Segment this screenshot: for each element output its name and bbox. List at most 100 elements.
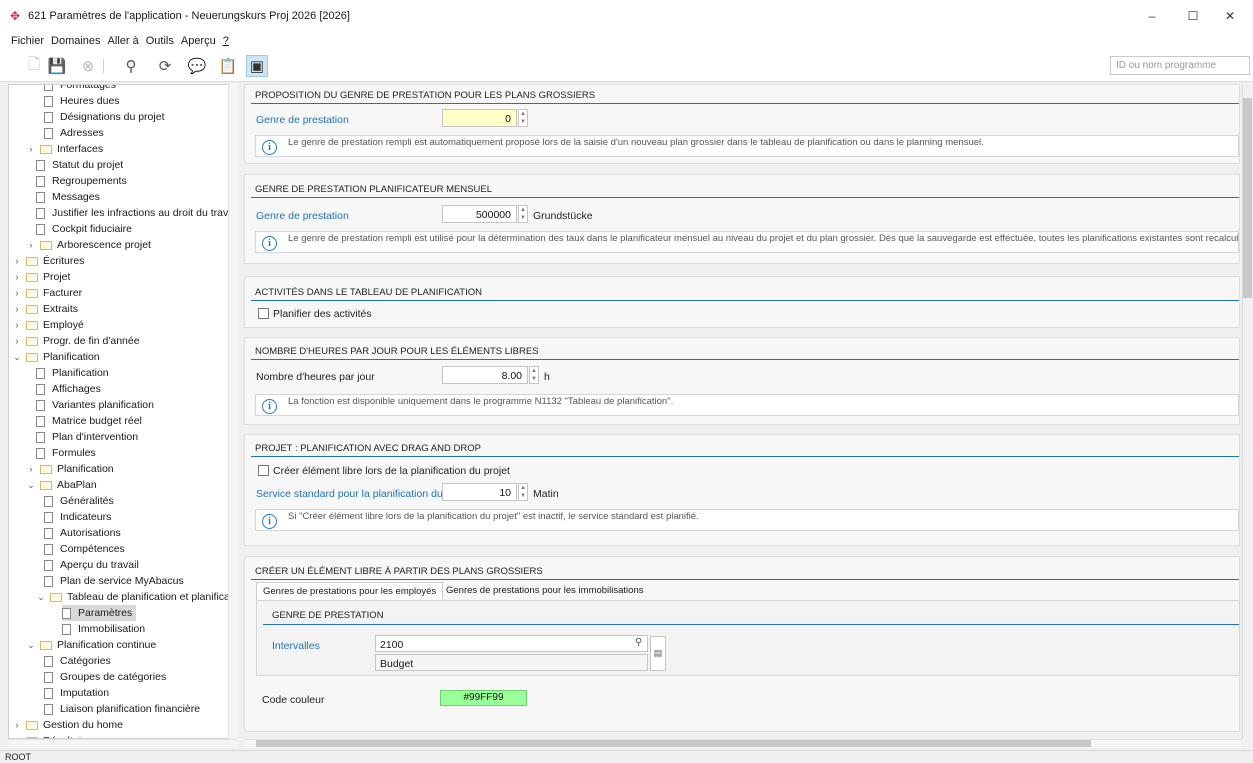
chevron-right-icon[interactable]: › bbox=[12, 288, 22, 298]
tab-immobilisations[interactable]: Genres de prestations pour les immobilis… bbox=[440, 582, 649, 600]
program-search-input[interactable]: ID ou nom programme bbox=[1110, 56, 1250, 75]
tree-item[interactable]: Justifier les infractions au droit du tr… bbox=[36, 205, 236, 221]
chevron-down-icon[interactable]: ⌄ bbox=[26, 480, 36, 491]
tree-folder[interactable]: › Interfaces bbox=[26, 141, 104, 157]
chevron-right-icon[interactable]: › bbox=[26, 464, 36, 474]
tree-item[interactable]: Cockpit fiduciaire bbox=[36, 221, 132, 237]
field-label: Service standard pour la planification d… bbox=[256, 488, 442, 500]
tree-item[interactable]: Matrice budget réel bbox=[36, 413, 142, 429]
planifier-activites-checkbox[interactable] bbox=[258, 308, 269, 319]
heures-par-jour-input[interactable]: 8.00 bbox=[442, 366, 528, 384]
search-icon[interactable]: ⚲ bbox=[121, 56, 141, 76]
menu-domaines[interactable]: Domaines bbox=[51, 35, 101, 47]
spinner-icon[interactable]: ▲ ▼ bbox=[529, 366, 539, 384]
tree-item[interactable]: Désignations du projet bbox=[44, 109, 164, 125]
clipboard-settings-icon[interactable]: 📋 bbox=[218, 56, 238, 76]
chevron-down-icon[interactable]: ⌄ bbox=[26, 640, 36, 651]
tree-item[interactable]: Plan d'intervention bbox=[36, 429, 138, 445]
chevron-right-icon[interactable]: › bbox=[26, 144, 36, 154]
spinner-icon[interactable]: ▲ ▼ bbox=[518, 483, 528, 501]
window-icon[interactable]: ▣ bbox=[246, 55, 268, 77]
tree-item[interactable]: Immobilisation bbox=[62, 621, 145, 637]
spinner-icon[interactable]: ▲ ▼ bbox=[518, 205, 528, 223]
tree-folder[interactable]: ⌄ Tableau de planification et planificate… bbox=[36, 589, 236, 605]
chevron-right-icon[interactable]: › bbox=[12, 304, 22, 314]
folder-icon bbox=[26, 256, 38, 266]
chevron-right-icon[interactable]: › bbox=[12, 320, 22, 330]
chevron-right-icon[interactable]: › bbox=[12, 272, 22, 282]
tree-item[interactable]: Affichages bbox=[36, 381, 101, 397]
service-standard-input[interactable]: 10 bbox=[442, 483, 517, 501]
menu-apercu[interactable]: Aperçu bbox=[181, 35, 216, 47]
cancel-icon[interactable]: ⊗ bbox=[78, 56, 98, 76]
tree-horizontal-scrollbar[interactable] bbox=[8, 739, 237, 748]
tree-folder[interactable]: › Extraits bbox=[12, 301, 79, 317]
tree-item[interactable]: Groupes de catégories bbox=[44, 669, 166, 685]
tree-item[interactable]: Imputation bbox=[44, 685, 109, 701]
tree-folder[interactable]: › Écritures bbox=[12, 253, 85, 269]
tree-item[interactable]: Autorisations bbox=[44, 525, 121, 541]
document-icon bbox=[44, 527, 53, 539]
tree-folder[interactable]: › Gestion du home bbox=[12, 717, 123, 733]
genre-prestation-input[interactable]: 0 bbox=[442, 109, 517, 127]
refresh-icon[interactable]: ⟳ bbox=[155, 56, 175, 76]
tree-item[interactable]: Planification bbox=[36, 365, 109, 381]
menu-aller-a[interactable]: Aller à bbox=[108, 35, 139, 47]
menu-help[interactable]: ? bbox=[223, 35, 229, 47]
panel-divider bbox=[251, 456, 1239, 457]
tree-item[interactable]: Adresses bbox=[44, 125, 104, 141]
tree-folder[interactable]: › Facturer bbox=[12, 285, 83, 301]
navigation-tree[interactable]: Formatages Heures dues Désignations du pro… bbox=[8, 84, 237, 739]
tree-folder[interactable]: › Projet bbox=[12, 269, 71, 285]
save-icon[interactable]: 💾 bbox=[47, 56, 67, 76]
tree-folder[interactable]: › Employé bbox=[12, 317, 84, 333]
tab-employes[interactable]: Genres de prestations pour les employés bbox=[256, 582, 444, 600]
chevron-right-icon[interactable]: › bbox=[12, 720, 22, 730]
creer-element-libre-checkbox[interactable] bbox=[258, 465, 269, 476]
menu-outils[interactable]: Outils bbox=[146, 35, 174, 47]
tree-item[interactable]: Compétences bbox=[44, 541, 125, 557]
tree-item[interactable]: Plan de service MyAbacus bbox=[44, 573, 184, 589]
tree-item-label: Plan de service MyAbacus bbox=[60, 575, 184, 587]
add-comment-icon[interactable]: 💬 bbox=[187, 56, 207, 76]
intervals-input[interactable]: 2100 bbox=[375, 635, 648, 652]
tree-item[interactable]: Indicateurs bbox=[44, 509, 111, 525]
genre-prestation-input[interactable]: 500000 bbox=[442, 205, 517, 223]
main-horizontal-scroll-thumb[interactable] bbox=[256, 740, 1091, 747]
tree-item[interactable]: Catégories bbox=[44, 653, 111, 669]
tree-item[interactable]: Aperçu du travail bbox=[44, 557, 139, 573]
tree-item[interactable]: Formules bbox=[36, 445, 96, 461]
tree-item[interactable]: Liaison planification financière bbox=[44, 701, 200, 717]
spinner-icon[interactable]: ▲ ▼ bbox=[518, 109, 528, 127]
tree-folder[interactable]: ⌄ Planification continue bbox=[26, 637, 156, 653]
tree-item[interactable]: Messages bbox=[36, 189, 100, 205]
tree-item[interactable]: Statut du projet bbox=[36, 157, 123, 173]
chevron-right-icon[interactable]: › bbox=[12, 336, 22, 346]
chevron-right-icon[interactable]: › bbox=[12, 256, 22, 266]
new-file-icon[interactable]: 🗋 bbox=[24, 56, 44, 76]
tree-item[interactable]: Heures dues bbox=[44, 93, 120, 109]
tree-folder[interactable]: › Planification bbox=[26, 461, 114, 477]
tree-vertical-scrollbar[interactable] bbox=[228, 84, 237, 739]
minimize-button[interactable]: – bbox=[1129, 0, 1175, 32]
chevron-down-icon[interactable]: ⌄ bbox=[36, 592, 46, 603]
folder-icon bbox=[26, 304, 38, 314]
list-icon[interactable]: ▤ bbox=[650, 636, 666, 671]
chevron-right-icon[interactable]: › bbox=[26, 240, 36, 250]
tree-folder[interactable]: ⌄ Planification bbox=[12, 349, 99, 365]
tree-item[interactable]: Formatages bbox=[44, 85, 116, 93]
main-vertical-scroll-thumb[interactable] bbox=[1243, 98, 1252, 298]
tree-item[interactable]: Généralités bbox=[44, 493, 114, 509]
menu-fichier[interactable]: Fichier bbox=[11, 35, 44, 47]
tree-item[interactable]: Regroupements bbox=[36, 173, 127, 189]
tree-item-label: Liaison planification financière bbox=[60, 703, 201, 715]
tree-folder[interactable]: › Arborescence projet bbox=[26, 237, 151, 253]
close-button[interactable]: ✕ bbox=[1207, 0, 1253, 32]
chevron-down-icon[interactable]: ⌄ bbox=[12, 352, 22, 363]
tree-item[interactable]: Paramètres bbox=[62, 605, 137, 621]
color-code-field[interactable]: #99FF99 bbox=[440, 690, 527, 706]
lookup-search-icon[interactable]: ⚲ bbox=[635, 637, 642, 648]
tree-folder[interactable]: ⌄ AbaPlan bbox=[26, 477, 96, 493]
tree-item[interactable]: Variantes planification bbox=[36, 397, 154, 413]
tree-folder[interactable]: › Progr. de fin d'année bbox=[12, 333, 140, 349]
